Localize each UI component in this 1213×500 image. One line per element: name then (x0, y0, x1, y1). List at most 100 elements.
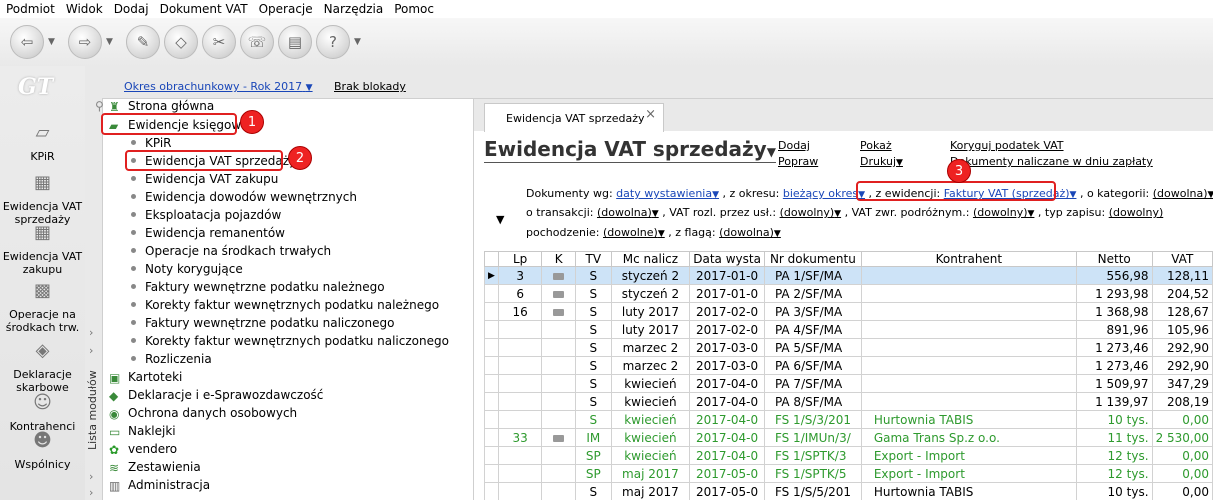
tree-item-book[interactable]: Noty korygujące (131, 262, 243, 276)
cell-net: 1 293,98 (1075, 284, 1153, 303)
printer-icon[interactable]: ▤ (278, 25, 312, 59)
menu-item[interactable]: Operacje (259, 2, 313, 16)
show-link[interactable]: Pokaż (860, 139, 892, 152)
rail-item[interactable]: ◈ Deklaracje skarbowe (0, 342, 85, 395)
tree-item-home[interactable]: ♜ Strona główna (109, 99, 214, 114)
tab-vat-sales[interactable]: Ewidencja VAT sprzedaży × (484, 103, 664, 132)
edit-link[interactable]: Popraw (778, 155, 818, 168)
table-row[interactable]: Sluty 2017 2017-02-0 PA 4/SF/MA 891,96 105,9… (484, 320, 1213, 339)
tree-item-book[interactable]: Ewidencja VAT zakupu (131, 172, 278, 186)
table-row[interactable]: Smaj 2017 2017-05-0 FS 1/S/5/201 Hurtownia … (484, 482, 1213, 500)
tree-item-group[interactable]: ≋ Zestawienia (109, 460, 201, 475)
column-header[interactable]: VAT (1151, 251, 1213, 267)
tree-item-book[interactable]: Ewidencja remanentów (131, 226, 285, 240)
tree-item-book[interactable]: Rozliczenia (131, 352, 212, 366)
table-row[interactable]: 16 Sluty 2017 2017-02-0 PA 3/SF/MA 1 368,98 1… (484, 302, 1213, 321)
page-title[interactable]: Ewidencja VAT sprzedaży▼ (484, 137, 776, 163)
tree-item-book[interactable]: Ewidencja dowodów wewnętrznych (131, 190, 357, 204)
menu-item[interactable]: Narzędzia (324, 2, 384, 16)
stamp-icon[interactable]: ✎ (126, 25, 160, 59)
chevron-right-icon[interactable]: › (89, 344, 93, 357)
contractors-icon: ☺ (33, 392, 52, 413)
tools-icon[interactable]: ✂ (202, 25, 236, 59)
vat-settled-dropdown[interactable]: (dowolny)▼ (780, 206, 841, 219)
rail-item[interactable]: ▩ Operacje na środkach trw. (0, 282, 85, 335)
help-icon[interactable]: ? (316, 25, 350, 59)
correct-vat-link[interactable]: Koryguj podatek VAT (950, 139, 1064, 152)
date-type-dropdown[interactable]: daty wystawienia▼ (616, 187, 719, 200)
tree-item-group[interactable]: ▣ Kartoteki (109, 370, 182, 385)
tree-item-group[interactable]: ✿ vendero (109, 442, 177, 457)
lock-status-link[interactable]: Brak blokady (334, 80, 406, 93)
rail-item[interactable]: ▱ KPiR (0, 124, 85, 164)
phone-icon[interactable]: ☏ (240, 25, 274, 59)
column-header[interactable]: Nr dokumentu (763, 251, 862, 267)
pin-icon[interactable]: ⚲ (95, 99, 104, 113)
table-row[interactable]: SP kwiecień 2017-04-0 FS 1/SPTK/3 Export - I… (484, 446, 1213, 465)
period-filter-dropdown[interactable]: bieżący okres▼ (783, 187, 865, 200)
dropdown-arrow-icon[interactable]: ▼ (106, 37, 116, 47)
vat-refund-dropdown[interactable]: (dowolny)▼ (973, 206, 1034, 219)
origin-dropdown[interactable]: (dowolne)▼ (603, 226, 665, 239)
column-header[interactable]: TV (574, 251, 612, 267)
navigate-forward-icon[interactable]: ⇨ (68, 25, 102, 59)
tree-item-group[interactable]: ▥ Administracja (109, 478, 210, 493)
table-row[interactable]: Skwiecień 2017-04-0 PA 8/SF/MA 1 139,97 208,… (484, 392, 1213, 411)
rail-item[interactable]: ☺ Kontrahenci (0, 392, 85, 434)
table-row[interactable]: Smarzec 2 2017-03-0 PA 5/SF/MA 1 273,46 292,… (484, 338, 1213, 357)
record-type-dropdown[interactable]: (dowolny) (1109, 206, 1164, 219)
close-icon[interactable]: × (645, 107, 656, 122)
flag-dropdown[interactable]: (dowolna)▼ (719, 226, 781, 239)
chevron-right-icon[interactable]: › (89, 486, 93, 499)
tree-item-group[interactable]: ◆ Deklaracje i e-Sprawozdawczość (109, 388, 323, 403)
menu-item[interactable]: Podmiot (6, 2, 55, 16)
table-row[interactable]: Skwiecień 2017-04-0 PA 7/SF/MA 1 509,97 347,… (484, 374, 1213, 393)
column-header[interactable]: Kontrahent (860, 251, 1077, 267)
tree-item-book[interactable]: Faktury wewnętrzne podatku należnego (131, 280, 385, 294)
chevron-right-icon[interactable]: › (89, 326, 93, 339)
table-row[interactable]: 6 Sstyczeń 2 2017-01-0 PA 2/SF/MA 1 293,98 20… (484, 284, 1213, 303)
column-header[interactable]: Mc nalicz (610, 251, 691, 267)
collapse-filters-icon[interactable]: ▼ (496, 213, 504, 226)
table-row[interactable]: SP maj 2017 2017-05-0 FS 1/SPTK/5 Export - I… (484, 464, 1213, 483)
cell-vat: 347,29 (1151, 374, 1213, 393)
dropdown-arrow-icon[interactable]: ▼ (48, 37, 58, 47)
modules-list-label[interactable]: Lista modułów (86, 360, 101, 460)
rail-item[interactable]: ▦ Ewidencja VAT zakupu (0, 224, 85, 277)
rail-item[interactable]: ▦ Ewidencja VAT sprzedaży (0, 174, 85, 227)
tree-item-book[interactable]: Faktury wewnętrzne podatku naliczonego (131, 316, 394, 330)
menu-item[interactable]: Dokument VAT (160, 2, 248, 16)
column-header[interactable]: Data wysta (689, 251, 765, 267)
menu-item[interactable]: Widok (66, 2, 103, 16)
column-header[interactable]: Lp (497, 251, 543, 267)
table-row[interactable]: Skwiecień 2017-04-0 FS 1/S/3/201 Hurtownia … (484, 410, 1213, 429)
menu-item[interactable]: Dodaj (114, 2, 149, 16)
menu-item[interactable]: Pomoc (394, 2, 434, 16)
table-row[interactable]: 33 IM kwiecień 2017-04-0 FS 1/IMUn/3/Gama Tr… (484, 428, 1213, 447)
tree-item-group[interactable]: ◉ Ochrona danych osobowych (109, 406, 297, 421)
eraser-icon[interactable]: ◇ (164, 25, 198, 59)
period-dropdown[interactable]: Okres obrachunkowy - Rok 2017 ▼ (124, 80, 313, 93)
column-header[interactable]: Netto (1075, 251, 1153, 267)
print-link[interactable]: Drukuj▼ (860, 155, 903, 168)
chevron-right-icon[interactable]: › (89, 470, 93, 483)
table-row[interactable]: ▶ 3 Sstyczeń 2 2017-01-0 PA 1/SF/MA 556,98 128… (484, 266, 1213, 285)
tree-item-book[interactable]: Korekty faktur wewnętrznych podatku nale… (131, 298, 439, 312)
tree-item-book[interactable]: Korekty faktur wewnętrznych podatku nali… (131, 334, 449, 348)
tree-item-group[interactable]: ▭ Naklejki (109, 424, 176, 439)
tree-item-book[interactable]: KPiR (131, 136, 172, 150)
category-dropdown[interactable]: (dowolna)▼ (1153, 187, 1213, 200)
tree-item-book[interactable]: Operacje na środkach trwałych (131, 244, 331, 258)
docs-on-payment-link[interactable]: Dokumenty naliczane w dniu zapłaty (950, 155, 1153, 168)
add-link[interactable]: Dodaj (778, 139, 810, 152)
column-header[interactable]: K (541, 251, 576, 267)
table-row[interactable]: Smarzec 2 2017-03-0 PA 6/SF/MA 1 273,46 292,… (484, 356, 1213, 375)
bullet-icon (131, 302, 136, 307)
rail-item[interactable]: ☻ Wspólnicy (0, 432, 85, 472)
navigate-back-icon[interactable]: ⇦ (10, 25, 44, 59)
cell-date: 2017-04-0 (689, 374, 765, 393)
tree-item-book[interactable]: Eksploatacja pojazdów (131, 208, 281, 222)
transaction-dropdown[interactable]: (dowolna)▼ (597, 206, 659, 219)
cell-tv: S (574, 302, 612, 321)
dropdown-arrow-icon[interactable]: ▼ (354, 37, 364, 47)
